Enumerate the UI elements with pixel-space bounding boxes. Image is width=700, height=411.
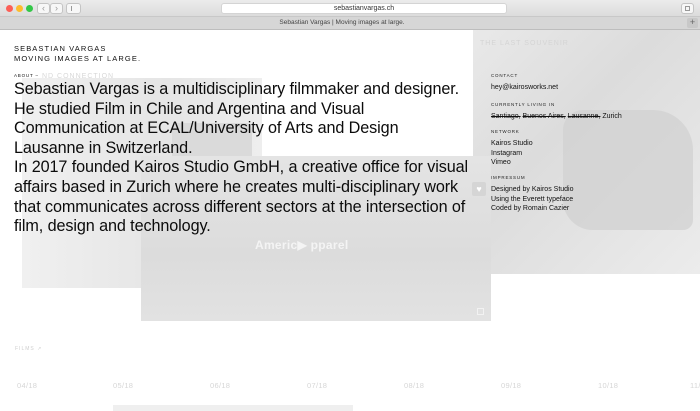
heart-icon[interactable]: ♥ xyxy=(472,182,486,196)
page: THE LAST SOUVENIR ND CONNECTION Americ▶ … xyxy=(0,30,700,411)
scroll-strip xyxy=(113,405,353,411)
impressum-label: IMPRESSUM xyxy=(491,175,526,180)
network-link-vimeo[interactable]: Vimeo xyxy=(491,158,691,168)
living-places: Santiago, Buenos Aires, Lausanne, Zurich xyxy=(491,112,691,122)
tab-bar: Sebastian Vargas | Moving images at larg… xyxy=(0,17,700,30)
films-link[interactable]: FILMS ↗ xyxy=(15,346,42,352)
past-city: Buenos Aires, xyxy=(522,113,566,120)
timeline-date[interactable]: 04/18 xyxy=(17,381,37,390)
timeline-date[interactable]: 05/18 xyxy=(113,381,133,390)
forward-button[interactable]: › xyxy=(50,3,63,14)
project-title-last-souvenir[interactable]: THE LAST SOUVENIR xyxy=(480,40,569,47)
network-link-instagram[interactable]: Instagram xyxy=(491,149,691,159)
timeline-date[interactable]: 08/18 xyxy=(404,381,424,390)
minimize-window-button[interactable] xyxy=(16,5,23,12)
close-window-button[interactable] xyxy=(6,5,13,12)
network-link-kairos[interactable]: Kairos Studio xyxy=(491,139,691,149)
browser-toolbar: ‹ › sebastianvargas.ch xyxy=(0,0,700,17)
share-icon xyxy=(685,6,690,11)
impressum-line: Designed by Kairos Studio xyxy=(491,186,574,193)
about-label: ABOUT – xyxy=(14,73,39,78)
sidebar-icon xyxy=(70,6,72,11)
share-button[interactable] xyxy=(681,3,694,14)
impressum-line: Using the Everett typeface xyxy=(491,195,574,203)
back-button[interactable]: ‹ xyxy=(37,3,50,14)
contact-section: CONTACT hey@kairosworks.net xyxy=(491,73,691,93)
email-link[interactable]: hey@kairosworks.net xyxy=(491,83,691,93)
network-label: NETWORK xyxy=(491,129,520,134)
fullscreen-window-button[interactable] xyxy=(26,5,33,12)
timeline-date[interactable]: 10/18 xyxy=(598,381,618,390)
network-section: NETWORK Kairos Studio Instagram Vimeo xyxy=(491,129,691,168)
video-caption: Americ▶ pparel xyxy=(255,238,349,252)
about-paragraph: Sebastian Vargas is a multidisciplinary … xyxy=(14,80,460,157)
site-name: SEBASTIAN VARGAS xyxy=(14,44,107,53)
impressum-line: Coded by Romain Cazier xyxy=(491,205,570,213)
address-bar[interactable]: sebastianvargas.ch xyxy=(221,3,507,14)
sidebar-toggle-button[interactable] xyxy=(66,3,81,14)
project-title-connection[interactable]: ND CONNECTION xyxy=(42,73,114,80)
site-brand[interactable]: SEBASTIAN VARGAS MOVING IMAGES AT LARGE. xyxy=(14,44,141,63)
expand-icon[interactable] xyxy=(477,308,484,315)
site-tagline: MOVING IMAGES AT LARGE. xyxy=(14,53,142,63)
timeline-date[interactable]: 09/18 xyxy=(501,381,521,390)
timeline-date[interactable]: 11/ xyxy=(690,381,700,390)
timeline-date[interactable]: 06/18 xyxy=(210,381,230,390)
timeline-date[interactable]: 07/18 xyxy=(307,381,327,390)
impressum-section: IMPRESSUM Designed by Kairos Studio Usin… xyxy=(491,175,691,214)
about-text: Sebastian Vargas is a multidisciplinary … xyxy=(14,80,470,237)
tab-active[interactable]: Sebastian Vargas | Moving images at larg… xyxy=(0,17,684,29)
contact-label: CONTACT xyxy=(491,73,519,78)
about-paragraph: In 2017 founded Kairos Studio GmbH, a cr… xyxy=(14,158,469,236)
living-section: CURRENTLY LIVING IN Santiago, Buenos Air… xyxy=(491,102,691,122)
past-city: Santiago, xyxy=(491,113,521,120)
living-label: CURRENTLY LIVING IN xyxy=(491,102,556,107)
new-tab-button[interactable]: + xyxy=(687,18,698,28)
current-city: Zurich xyxy=(602,113,622,120)
timeline: 04/18 05/18 06/18 07/18 08/18 09/18 10/1… xyxy=(0,381,700,393)
past-city: Lausanne, xyxy=(567,113,601,120)
